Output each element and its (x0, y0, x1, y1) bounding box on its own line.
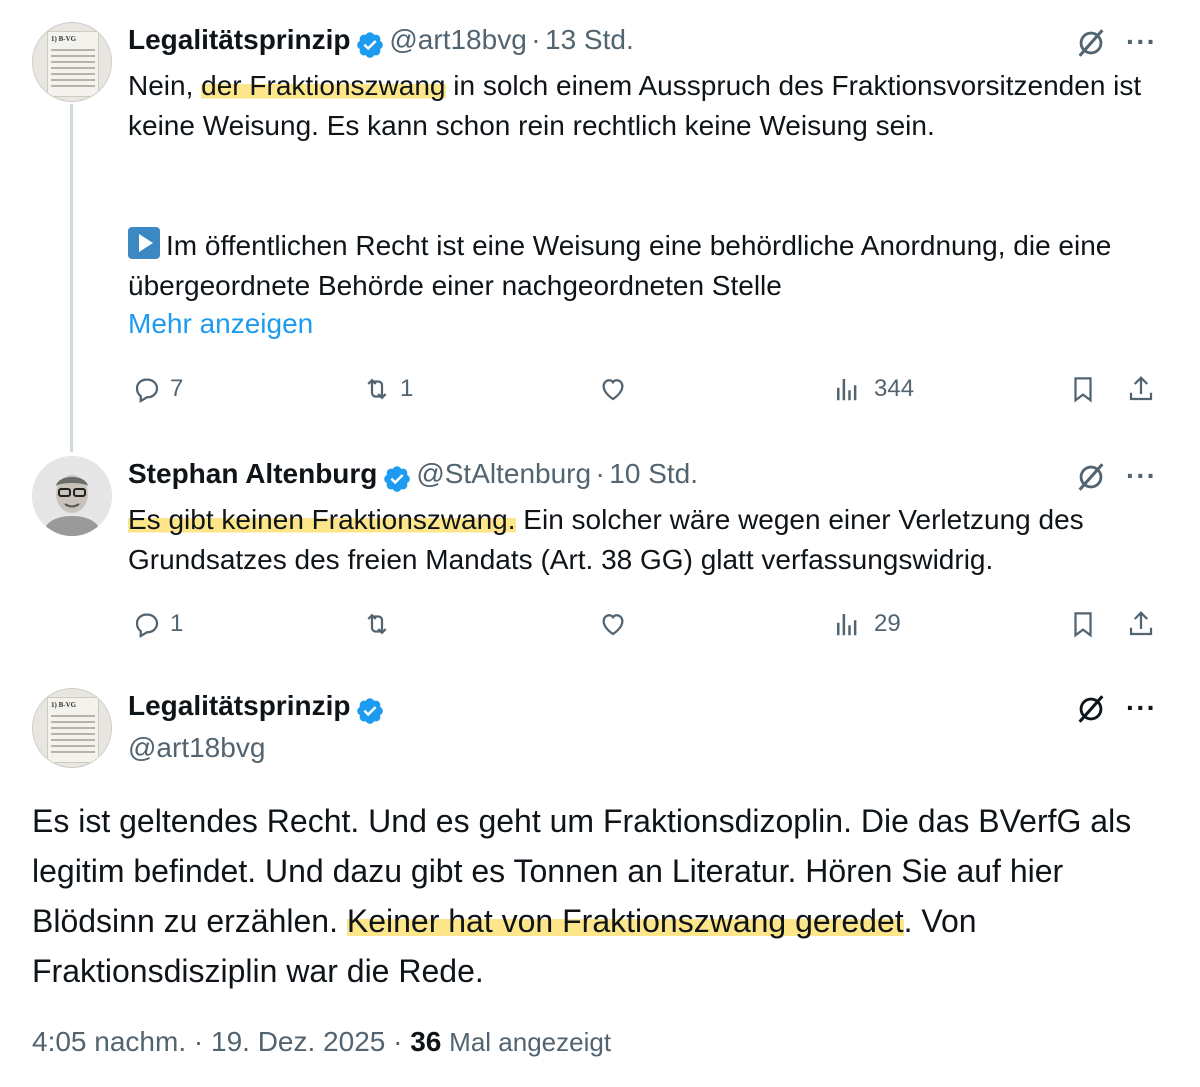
avatar-document-title: 1) B-VG (51, 35, 77, 43)
avatar[interactable]: 1) B-VG (32, 688, 112, 768)
tweet-text-paragraph-2: Im öffentlichen Recht ist eine Weisung e… (128, 226, 1178, 306)
avatar-document-image: 1) B-VG (47, 31, 99, 97)
bookmark-button[interactable] (1068, 609, 1098, 639)
reply-button[interactable]: 1 (132, 609, 183, 639)
like-icon (602, 379, 624, 401)
share-button[interactable] (1126, 609, 1156, 639)
bookmark-icon (1074, 377, 1092, 403)
retweet-icon (367, 613, 387, 635)
play-button-icon (128, 227, 160, 259)
verified-badge-icon (384, 465, 410, 492)
separator-dot: · (595, 458, 605, 489)
highlighted-text: der Fraktionszwang (201, 70, 446, 101)
thread-connector-line (70, 104, 73, 452)
reply-icon (135, 613, 159, 638)
bookmark-icon (1074, 612, 1092, 638)
reply-count: 1 (170, 610, 184, 637)
timestamp[interactable]: 13 Std. (545, 24, 634, 55)
tweet-text: Es gibt keinen Fraktionszwang. Ein solch… (128, 504, 1084, 575)
separator-dot: · (531, 24, 541, 55)
author-name[interactable]: Legalitätsprinzip (128, 24, 350, 55)
author-name[interactable]: Stephan Altenburg (128, 458, 377, 489)
share-button[interactable] (1126, 374, 1156, 404)
views-icon (837, 614, 857, 636)
author-handle[interactable]: @StAltenburg (416, 458, 591, 489)
post-date[interactable]: 19. Dez. 2025 (211, 1026, 385, 1057)
highlighted-text: Es gibt keinen Fraktionszwang. (128, 504, 516, 535)
more-icon[interactable]: ··· (1126, 692, 1157, 724)
share-icon (1129, 376, 1153, 401)
author-handle[interactable]: @art18bvg (128, 732, 265, 764)
bookmark-button[interactable] (1068, 374, 1098, 404)
more-icon[interactable]: ··· (1126, 460, 1157, 492)
views-button[interactable]: 344 (832, 374, 914, 404)
highlighted-text: Keiner hat von Fraktionszwang geredet (346, 903, 904, 939)
views-icon (837, 379, 857, 401)
retweet-button[interactable]: 1 (362, 374, 413, 404)
timestamp[interactable]: 10 Std. (609, 458, 698, 489)
avatar-portrait-image (32, 456, 112, 536)
more-icon[interactable]: ··· (1126, 26, 1157, 58)
like-icon (602, 614, 624, 636)
author-handle[interactable]: @art18bvg (389, 24, 526, 55)
like-button[interactable] (598, 374, 628, 404)
retweet-count: 1 (400, 375, 414, 402)
views-button[interactable]: 29 (832, 609, 901, 639)
views-count: 29 (874, 610, 901, 637)
tweet-header: Legalitätsprinzip @art18bvg · 13 Std. (128, 24, 634, 60)
views-label: Mal angezeigt (449, 1027, 612, 1057)
separator-dot: · (393, 1026, 403, 1057)
main-tweet-text: Es ist geltendes Recht. Und es geht um F… (32, 803, 1132, 989)
reply-icon (135, 378, 159, 403)
retweet-button[interactable] (362, 609, 392, 639)
verified-badge-icon (357, 697, 383, 724)
post-time[interactable]: 4:05 nachm. (32, 1026, 186, 1057)
grok-icon[interactable] (1074, 460, 1108, 494)
retweet-icon (367, 378, 387, 400)
tweet-text: Nein, der Fraktionszwang in solch einem … (128, 70, 1142, 141)
avatar-document-image: 1) B-VG (47, 697, 99, 763)
reply-button[interactable]: 7 (132, 374, 183, 404)
reply-count: 7 (170, 375, 184, 402)
views-count: 344 (874, 375, 915, 402)
like-button[interactable] (598, 609, 628, 639)
grok-icon[interactable] (1074, 26, 1108, 60)
tweet-header: Stephan Altenburg @StAltenburg · 10 Std. (128, 458, 698, 494)
avatar[interactable]: 1) B-VG (32, 22, 112, 102)
author-name[interactable]: Legalitätsprinzip (128, 690, 350, 721)
share-icon (1129, 611, 1153, 636)
avatar-document-title: 1) B-VG (51, 701, 77, 709)
tweet-header: Legalitätsprinzip (128, 690, 385, 726)
separator-dot: · (193, 1026, 204, 1057)
tweet-meta: 4:05 nachm. · 19. Dez. 2025 · 36 Mal ang… (32, 1026, 611, 1058)
grok-icon[interactable] (1074, 692, 1108, 726)
avatar[interactable] (32, 456, 112, 536)
views-count: 36 (410, 1026, 442, 1057)
verified-badge-icon (357, 31, 383, 58)
show-more-link[interactable]: Mehr anzeigen (128, 308, 313, 340)
